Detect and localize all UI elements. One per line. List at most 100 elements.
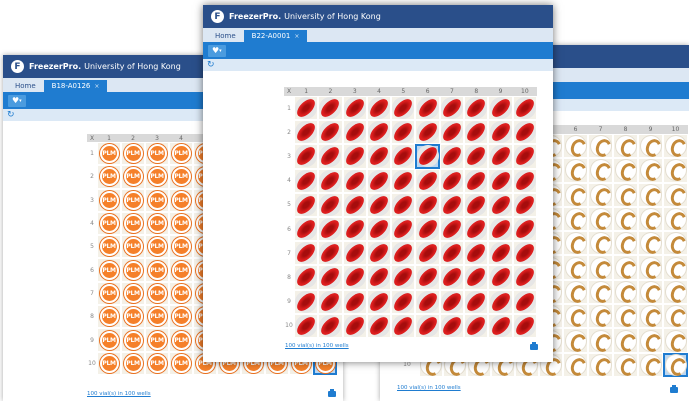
well-cell[interactable] xyxy=(391,241,416,266)
well-cell[interactable] xyxy=(318,265,343,290)
well-cell[interactable] xyxy=(638,206,663,232)
well-cell[interactable] xyxy=(415,120,440,145)
well-cell[interactable] xyxy=(366,96,392,121)
well-cell[interactable] xyxy=(464,96,489,121)
well-cell[interactable] xyxy=(588,206,613,232)
well-cell[interactable] xyxy=(663,328,688,353)
well-cell[interactable] xyxy=(464,168,489,193)
well-cell[interactable]: PLM xyxy=(169,235,193,259)
well-cell[interactable] xyxy=(663,206,688,232)
well-cell[interactable] xyxy=(512,192,537,217)
well-cell[interactable] xyxy=(488,120,513,145)
well-cell[interactable] xyxy=(663,255,688,280)
well-cell[interactable] xyxy=(366,265,392,290)
well-cell[interactable] xyxy=(663,304,688,329)
well-cell[interactable] xyxy=(415,216,440,242)
well-cell[interactable] xyxy=(563,304,588,329)
well-cell[interactable]: PLM xyxy=(97,142,121,166)
well-cell[interactable] xyxy=(613,182,638,207)
well-cell[interactable]: PLM xyxy=(145,165,169,189)
well-cell[interactable] xyxy=(563,279,588,305)
well-cell[interactable]: PLM xyxy=(97,258,121,282)
well-cell[interactable] xyxy=(563,158,588,183)
well-cell[interactable]: PLM xyxy=(121,188,145,212)
well-cell[interactable] xyxy=(366,313,392,338)
well-cell[interactable] xyxy=(512,96,537,121)
well-cell[interactable] xyxy=(638,304,663,329)
well-cell[interactable]: PLM xyxy=(121,351,145,375)
well-cell[interactable] xyxy=(439,241,465,266)
well-cell[interactable]: PLM xyxy=(169,305,193,329)
well-cell[interactable] xyxy=(613,158,638,183)
well-cell[interactable] xyxy=(391,120,416,145)
well-cell[interactable] xyxy=(512,241,537,266)
well-cell[interactable] xyxy=(415,265,440,290)
well-cell[interactable] xyxy=(294,144,319,169)
well-cell[interactable]: PLM xyxy=(97,351,121,375)
well-cell[interactable] xyxy=(294,265,319,290)
well-cell[interactable]: PLM xyxy=(145,235,169,259)
well-cell[interactable] xyxy=(342,192,367,217)
well-cell[interactable] xyxy=(366,168,392,193)
well-cell[interactable] xyxy=(512,144,537,169)
well-cell[interactable] xyxy=(342,120,367,145)
well-cell[interactable]: PLM xyxy=(169,258,193,282)
well-cell[interactable]: PLM xyxy=(145,305,169,329)
well-cell[interactable] xyxy=(415,96,440,121)
well-cell[interactable]: PLM xyxy=(121,328,145,352)
well-cell[interactable] xyxy=(464,241,489,266)
well-cell[interactable]: PLM xyxy=(145,328,169,352)
tab-box[interactable]: B18-A0126 xyxy=(43,80,108,92)
well-cell[interactable] xyxy=(439,120,465,145)
well-cell[interactable]: PLM xyxy=(97,328,121,352)
well-cell[interactable] xyxy=(638,182,663,207)
well-cell[interactable] xyxy=(464,192,489,217)
well-cell[interactable] xyxy=(638,158,663,183)
tab-home[interactable]: Home xyxy=(207,30,244,42)
well-cell[interactable]: PLM xyxy=(145,211,169,236)
well-cell[interactable] xyxy=(318,313,343,338)
well-cell[interactable] xyxy=(563,352,588,377)
well-cell[interactable] xyxy=(488,289,513,314)
well-cell[interactable] xyxy=(439,144,465,169)
well-cell[interactable] xyxy=(391,168,416,193)
well-cell[interactable] xyxy=(294,192,319,217)
favorite-menu-button[interactable]: ♥ xyxy=(8,94,26,107)
well-cell[interactable]: PLM xyxy=(97,211,121,236)
well-cell[interactable]: PLM xyxy=(169,188,193,212)
well-cell[interactable] xyxy=(318,192,343,217)
well-cell[interactable]: PLM xyxy=(145,142,169,166)
well-cell[interactable] xyxy=(488,168,513,193)
well-cell[interactable] xyxy=(663,134,688,159)
well-cell[interactable] xyxy=(464,216,489,242)
well-cell[interactable] xyxy=(294,313,319,338)
well-cell[interactable] xyxy=(318,216,343,242)
well-cell[interactable] xyxy=(563,206,588,232)
well-cell[interactable] xyxy=(638,328,663,353)
well-cell[interactable] xyxy=(488,96,513,121)
well-cell[interactable]: PLM xyxy=(97,281,121,306)
well-cell[interactable] xyxy=(563,231,588,256)
well-cell[interactable] xyxy=(366,241,392,266)
well-cell[interactable] xyxy=(563,255,588,280)
well-cell[interactable]: PLM xyxy=(97,305,121,329)
well-cell[interactable] xyxy=(663,182,688,207)
well-cell[interactable]: PLM xyxy=(145,281,169,306)
well-cell[interactable] xyxy=(488,265,513,290)
well-cell[interactable] xyxy=(415,144,440,169)
well-cell[interactable] xyxy=(563,182,588,207)
well-cell[interactable] xyxy=(342,313,367,338)
well-cell[interactable] xyxy=(294,120,319,145)
well-cell[interactable] xyxy=(439,96,465,121)
well-cell[interactable] xyxy=(512,313,537,338)
well-cell[interactable] xyxy=(366,192,392,217)
well-cell[interactable] xyxy=(439,265,465,290)
well-cell[interactable] xyxy=(638,231,663,256)
well-cell[interactable]: PLM xyxy=(169,281,193,306)
well-cell[interactable] xyxy=(391,265,416,290)
well-cell[interactable] xyxy=(294,289,319,314)
well-cell[interactable] xyxy=(439,313,465,338)
print-icon[interactable] xyxy=(530,342,538,350)
well-cell[interactable] xyxy=(588,182,613,207)
well-cell[interactable] xyxy=(663,352,688,377)
